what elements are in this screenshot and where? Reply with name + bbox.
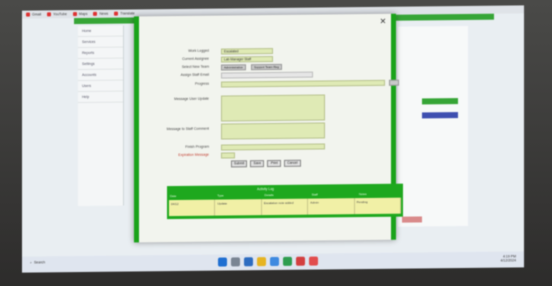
field-label: Current Assignee (182, 56, 209, 61)
bookmark[interactable]: YouTube (47, 12, 67, 17)
screen: Gmail YouTube Maps News Translate Home S… (22, 5, 524, 273)
table-title: Activity Log (257, 186, 274, 192)
field-label: Message to Staff Comment (166, 126, 209, 132)
sidebar-item[interactable]: Home (78, 25, 123, 38)
sidebar-item[interactable]: Help (78, 91, 123, 104)
mail-icon[interactable] (270, 256, 279, 267)
bookmark-icon (47, 12, 52, 17)
edge-icon[interactable] (244, 257, 253, 267)
field-label: Expiration Message (178, 152, 209, 157)
field-label: Message User Update (174, 96, 209, 102)
field-label: Select New Team (181, 64, 209, 69)
form-row: Expiration Message (139, 150, 391, 160)
sidebar-item[interactable]: Reports (78, 47, 123, 60)
column-header: Staff (311, 192, 318, 197)
column-header: Notes (358, 192, 367, 197)
sidebar-item[interactable]: Services (78, 36, 123, 49)
team-select-button[interactable]: Administrative (221, 63, 246, 71)
excel-icon[interactable] (283, 256, 292, 266)
sidebar-item[interactable]: Accounts (78, 69, 123, 82)
print-button[interactable]: Print (267, 159, 282, 168)
bookmark-icon (26, 12, 30, 17)
submit-button[interactable]: Submit (231, 160, 248, 168)
panel-badge (402, 216, 422, 223)
bookmark[interactable]: Translate (114, 11, 135, 16)
app-icon[interactable] (309, 256, 318, 266)
sidebar-item[interactable]: Settings (78, 58, 123, 71)
panel-button-green[interactable] (422, 98, 458, 105)
sidebar-item[interactable]: Users (78, 80, 123, 93)
table-cell: Admin (308, 198, 355, 215)
search-icon: ⌕ (30, 260, 32, 265)
bookmark[interactable]: Maps (72, 12, 87, 17)
bookmark[interactable]: Gmail (26, 12, 41, 17)
bookmark-icon (93, 11, 98, 16)
field-label: Finish Program (185, 144, 209, 149)
start-icon[interactable] (218, 257, 227, 267)
bookmark-icon (114, 11, 119, 16)
table-cell: Escalation note added (261, 198, 309, 216)
edit-ticket-dialog: ✕ Work Logged Escalated Current Assignee… (134, 13, 403, 243)
taskbar-apps (218, 256, 318, 267)
table-cell: 04/12 (169, 199, 216, 217)
column-header: Details (264, 192, 274, 198)
activity-table: Activity Log Date Type Details Staff Not… (167, 183, 403, 220)
progress-add-button[interactable] (389, 79, 399, 86)
form-row: Assign Staff Email (139, 70, 391, 80)
field-label: Progress (194, 81, 209, 86)
cancel-button[interactable]: Cancel (284, 159, 301, 167)
dialog-actions: Submit Save Print Cancel (231, 159, 301, 168)
current-assignee-field[interactable]: Lab Manager Staff (221, 55, 273, 63)
column-header: Date (170, 194, 177, 199)
background-right-panel (398, 25, 468, 227)
app-icon[interactable] (296, 256, 305, 266)
bookmark-icon (72, 12, 77, 17)
assign-staff-field[interactable] (221, 71, 313, 79)
panel-button-blue[interactable] (422, 112, 458, 119)
field-label: Work Logged (188, 48, 209, 53)
folder-icon[interactable] (257, 257, 266, 267)
table-cell: Update (215, 199, 262, 216)
taskbar: ⌕ Search 4:19 PM 4/12/2024 (22, 251, 524, 273)
expiration-field[interactable] (221, 151, 235, 159)
staff-comment-textarea[interactable] (221, 122, 325, 140)
taskbar-search[interactable]: ⌕ Search (30, 260, 45, 264)
close-icon[interactable]: ✕ (379, 17, 387, 26)
team-select-button[interactable]: Support Team Reg (251, 63, 282, 70)
sidebar-nav: Home Services Reports Settings Accounts … (78, 25, 124, 207)
progress-field[interactable] (221, 79, 385, 88)
save-button[interactable]: Save (250, 160, 265, 168)
work-logged-field[interactable]: Escalated (221, 47, 273, 55)
table-cell: Pending (354, 197, 402, 215)
clock[interactable]: 4:19 PM 4/12/2024 (500, 254, 516, 262)
taskview-icon[interactable] (231, 257, 240, 267)
finish-program-field[interactable] (221, 142, 325, 151)
form-row: Progress (139, 79, 399, 89)
table-row[interactable]: 04/12 Update Escalation note added Admin… (169, 197, 402, 217)
bookmark[interactable]: News (93, 12, 108, 16)
column-header: Type (217, 193, 224, 198)
monitor-frame: Gmail YouTube Maps News Translate Home S… (0, 0, 552, 286)
field-label: Assign Staff Email (180, 72, 209, 77)
user-update-textarea[interactable] (221, 94, 325, 122)
